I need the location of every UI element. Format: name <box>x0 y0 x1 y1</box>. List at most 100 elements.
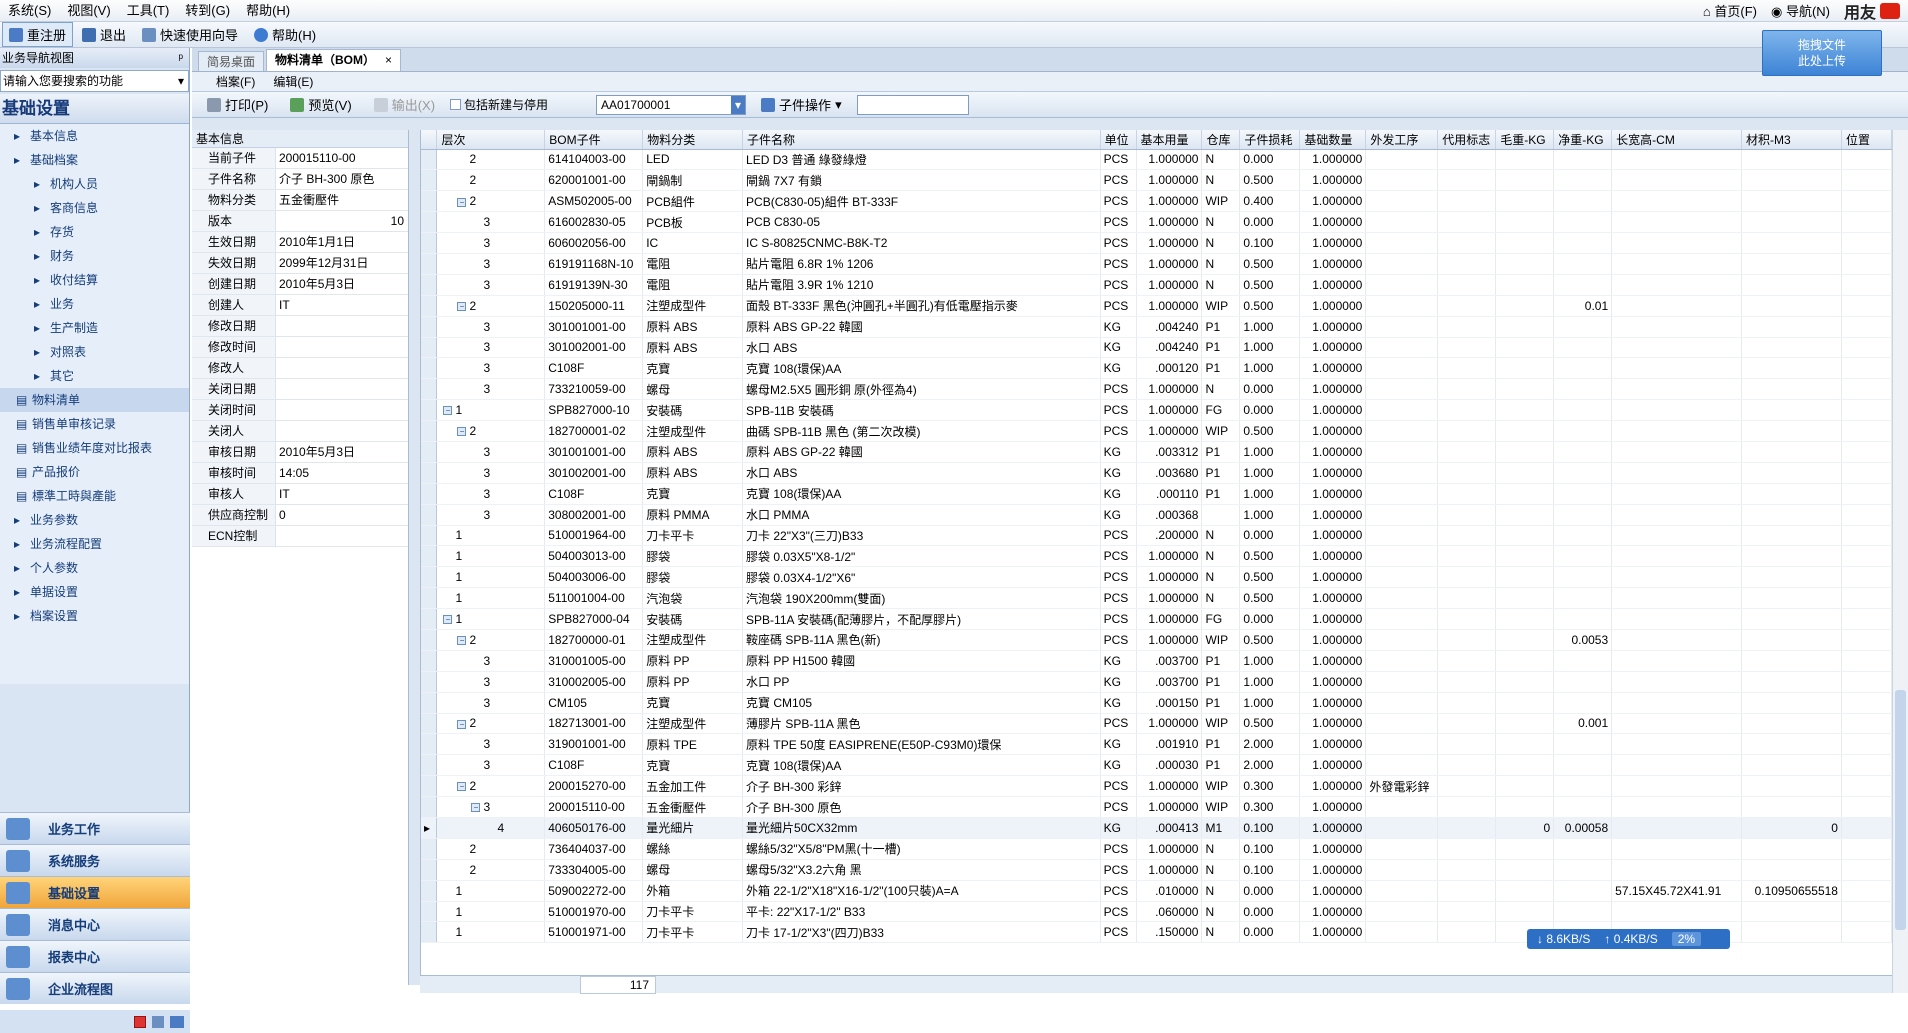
column-header[interactable]: 单位 <box>1100 130 1137 150</box>
column-header[interactable]: 毛重-KG <box>1495 130 1555 150</box>
sidebar-item[interactable]: ▸ 其它 <box>0 364 189 388</box>
scroll-thumb[interactable] <box>1895 690 1906 930</box>
table-row[interactable]: −2 182700000-01 注塑成型件 鞍座碼 SPB-11A 黑色(新) PCS 1… <box>421 629 1892 651</box>
row-selector[interactable] <box>421 754 438 777</box>
menu-goto[interactable]: 转到(G) <box>177 0 238 22</box>
tab-bom[interactable]: 物料清单（BOM） × <box>266 49 402 71</box>
table-row[interactable]: 3 301001001-00 原料 ABS 原料 ABS GP-22 韓國 KG .003… <box>421 441 1892 463</box>
sidebar-item[interactable]: ▸ 存货 <box>0 220 189 244</box>
table-row[interactable]: −2 182713001-00 注塑成型件 薄膠片 SPB-11A 黑色 PCS 1.00… <box>421 713 1892 735</box>
table-row[interactable]: 3 616002830-05 PCB板 PCB C830-05 PCS 1.000000 N… <box>421 211 1892 234</box>
row-selector[interactable] <box>421 399 438 422</box>
row-selector[interactable] <box>421 650 438 672</box>
settings-icon[interactable] <box>152 1015 164 1028</box>
row-selector[interactable] <box>421 608 438 630</box>
info-value[interactable]: 14:05 <box>276 463 408 483</box>
column-header[interactable]: 长宽高-CM <box>1611 130 1743 150</box>
column-header[interactable]: 子件损耗 <box>1239 130 1301 150</box>
column-header[interactable]: 仓库 <box>1201 130 1241 150</box>
row-selector[interactable] <box>421 253 438 275</box>
column-header[interactable]: BOM子件 <box>544 130 644 150</box>
row-selector[interactable] <box>421 149 438 171</box>
row-selector[interactable] <box>421 859 438 881</box>
row-selector[interactable] <box>421 713 438 735</box>
info-value[interactable]: 2099年12月31日 <box>276 253 408 273</box>
table-row[interactable]: 3 C108F 克寶 克寶 108(環保)AA KG .000120 P1 1.000 1.00… <box>421 357 1892 380</box>
column-header[interactable]: 位置 <box>1841 130 1892 150</box>
info-value[interactable]: 2010年5月3日 <box>276 442 408 462</box>
table-row[interactable]: 3 61919139N-30 電阻 貼片電阻 3.9R 1% 1210 PCS 1.000… <box>421 274 1892 296</box>
row-selector[interactable] <box>421 378 438 401</box>
layout-icon[interactable] <box>170 1015 184 1028</box>
table-row[interactable]: 3 CM105 克寶 克寶 CM105 KG .000150 P1 1.000 1.000000 <box>421 692 1892 714</box>
collapse-icon[interactable]: − <box>443 615 453 625</box>
row-selector[interactable] <box>421 420 438 442</box>
sidebar-item[interactable]: ▸ 客商信息 <box>0 196 189 220</box>
row-selector[interactable] <box>421 796 438 818</box>
info-value[interactable] <box>276 358 408 378</box>
info-value[interactable] <box>276 337 408 357</box>
info-value[interactable]: IT <box>276 295 408 315</box>
info-value[interactable] <box>276 526 408 546</box>
menu-help[interactable]: 帮助(H) <box>238 0 298 22</box>
info-value[interactable]: 200015110-00 <box>276 148 408 168</box>
column-header[interactable]: 物料分类 <box>642 130 744 150</box>
row-selector[interactable] <box>421 566 438 589</box>
table-row[interactable]: −2 200015270-00 五金加工件 介子 BH-300 彩鋅 PCS 1.0000… <box>421 775 1892 798</box>
sidebar-item[interactable]: ▸ 业务 <box>0 292 189 316</box>
row-selector[interactable] <box>421 587 438 610</box>
include-checkbox[interactable]: 包括新建与停用 <box>450 96 548 113</box>
sidebar-item[interactable]: ▤ 销售单审核记录 <box>0 412 189 436</box>
info-value[interactable] <box>276 316 408 336</box>
column-header[interactable]: 基础数量 <box>1299 130 1367 150</box>
row-selector[interactable] <box>421 483 438 505</box>
row-selector[interactable] <box>421 357 438 380</box>
sidebar-item[interactable]: ▸ 对照表 <box>0 340 189 364</box>
quick-guide-button[interactable]: 快速使用向导 <box>135 22 245 47</box>
module-button[interactable]: 企业流程图 <box>0 972 190 1004</box>
collapse-icon[interactable]: − <box>457 636 467 646</box>
module-button[interactable]: 消息中心 <box>0 908 190 940</box>
child-ops-input[interactable] <box>856 94 969 115</box>
sidebar-item[interactable]: ▸ 收付结算 <box>0 268 189 292</box>
table-row[interactable]: −1 SPB827000-10 安裝碼 SPB-11B 安裝碼 PCS 1.000000 F… <box>421 399 1892 422</box>
info-value[interactable]: 10 <box>276 211 408 231</box>
pin-icon[interactable]: ᵖ <box>178 48 183 68</box>
column-header[interactable]: 外发工序 <box>1365 130 1439 150</box>
bom-code-select[interactable]: AA01700001 ▾ <box>596 94 747 115</box>
table-row[interactable]: 3 310002005-00 原料 PP 水口 PP KG .003700 P1 1.000 1… <box>421 671 1892 693</box>
table-row[interactable]: 2 620001001-00 閘鍋制 閘鍋 7X7 有鎖 PCS 1.000000 N 0.5… <box>421 169 1892 192</box>
sidebar-item[interactable]: ▸ 单据设置 <box>0 580 189 604</box>
row-selector[interactable] <box>421 733 438 756</box>
table-row[interactable]: 3 C108F 克寶 克寶 108(環保)AA KG .000110 P1 1.000 1.00… <box>421 483 1892 505</box>
sidebar-item[interactable]: ▤ 標準工時與產能 <box>0 484 189 508</box>
dropdown-arrow-icon[interactable]: ▾ <box>178 71 184 91</box>
output-button[interactable]: 输出(X) <box>367 92 442 117</box>
sidebar-item[interactable]: ▤ 销售业绩年度对比报表 <box>0 436 189 460</box>
table-row[interactable]: 1 504003006-00 膠袋 膠袋 0.03X4-1/2"X6" PCS 1.000… <box>421 566 1892 589</box>
info-value[interactable] <box>276 421 408 441</box>
table-row[interactable]: 2 614104003-00 LED LED D3 普通 綠發綠燈 PCS 1.00000… <box>421 149 1892 171</box>
column-header[interactable]: 层次 <box>436 130 546 150</box>
info-value[interactable]: 五金衝壓件 <box>276 190 408 210</box>
row-selector[interactable] <box>421 232 438 254</box>
menu-system[interactable]: 系统(S) <box>0 0 59 22</box>
table-row[interactable]: 1 511001004-00 汽泡袋 汽泡袋 190X200mm(雙面) PCS 1.00… <box>421 587 1892 610</box>
collapse-icon[interactable]: − <box>457 427 467 437</box>
collapse-icon[interactable]: − <box>457 197 467 207</box>
table-row[interactable]: 1 510001970-00 刀卡平卡 平卡: 22"X17-1/2" B33 PCS.… <box>421 901 1892 923</box>
vertical-scrollbar[interactable] <box>1892 130 1908 993</box>
sidebar-item[interactable]: ▤ 产品报价 <box>0 460 189 484</box>
table-row[interactable]: −2 150205000-11 注塑成型件 面殼 BT-333F 黑色(沖圓孔+半圓孔… <box>421 295 1892 317</box>
table-row[interactable]: 1 510001964-00 刀卡平卡 刀卡 22"X3"(三刀)B33 PCS .200… <box>421 525 1892 547</box>
column-header[interactable]: 材积-M3 <box>1741 130 1842 150</box>
collapse-icon[interactable]: − <box>457 302 467 311</box>
row-selector[interactable] <box>421 629 438 651</box>
sidebar-item[interactable]: ▸ 基本信息 <box>0 124 189 148</box>
row-selector[interactable] <box>421 295 438 317</box>
table-row[interactable]: −3 200015110-00 五金衝壓件 介子 BH-300 原色 PCS 1.0000… <box>421 796 1892 818</box>
help-button[interactable]: 帮助(H) <box>247 22 323 47</box>
column-header[interactable]: 净重-KG <box>1553 130 1613 150</box>
table-row[interactable]: 2 736404037-00 螺絲 螺絲5/32"X5/8"PM黑(十一槽) PCS 1.… <box>421 838 1892 860</box>
row-selector[interactable] <box>421 545 438 568</box>
